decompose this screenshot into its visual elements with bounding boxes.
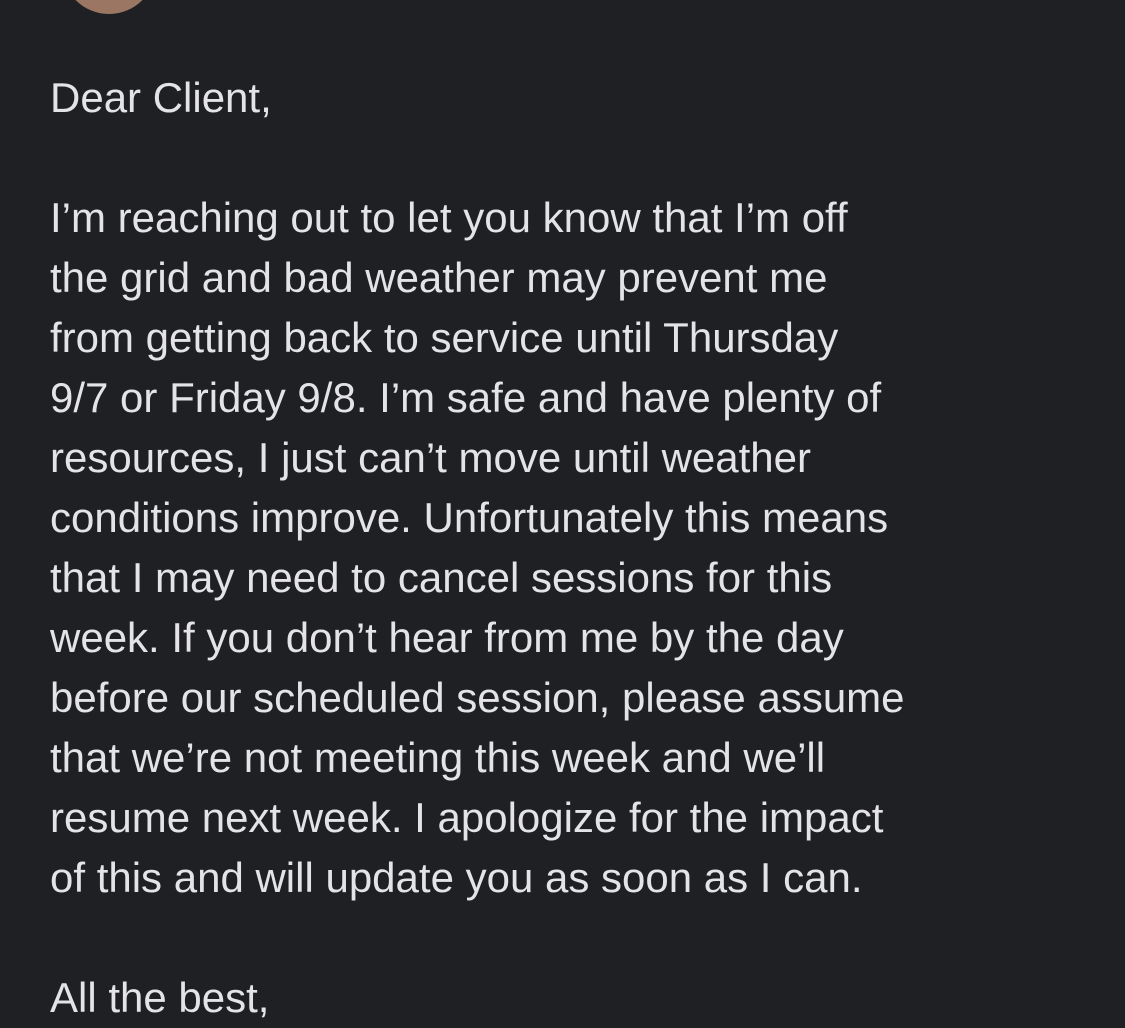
body-line: that we’re not meeting this week and we’… xyxy=(50,734,826,781)
message-paragraph: I’m reaching out to let you know that I’… xyxy=(50,188,905,908)
body-line: conditions improve. Unfortunately this m… xyxy=(50,494,889,541)
sender-avatar[interactable] xyxy=(62,0,156,14)
body-line: from getting back to service until Thurs… xyxy=(50,314,839,361)
body-line: that I may need to cancel sessions for t… xyxy=(50,554,833,601)
body-line: resume next week. I apologize for the im… xyxy=(50,794,884,841)
body-line: 9/7 or Friday 9/8. I’m safe and have ple… xyxy=(50,374,882,421)
body-line: before our scheduled session, please ass… xyxy=(50,674,905,721)
body-line: week. If you don’t hear from me by the d… xyxy=(50,614,844,661)
body-line: resources, I just can’t move until weath… xyxy=(50,434,812,481)
closing: All the best, xyxy=(50,974,270,1021)
email-body: Dear Client, I’m reaching out to let you… xyxy=(50,68,905,1028)
body-line: of this and will update you as soon as I… xyxy=(50,854,863,901)
body-line: the grid and bad weather may prevent me xyxy=(50,254,828,301)
body-line: I’m reaching out to let you know that I’… xyxy=(50,194,848,241)
greeting: Dear Client, xyxy=(50,74,272,121)
